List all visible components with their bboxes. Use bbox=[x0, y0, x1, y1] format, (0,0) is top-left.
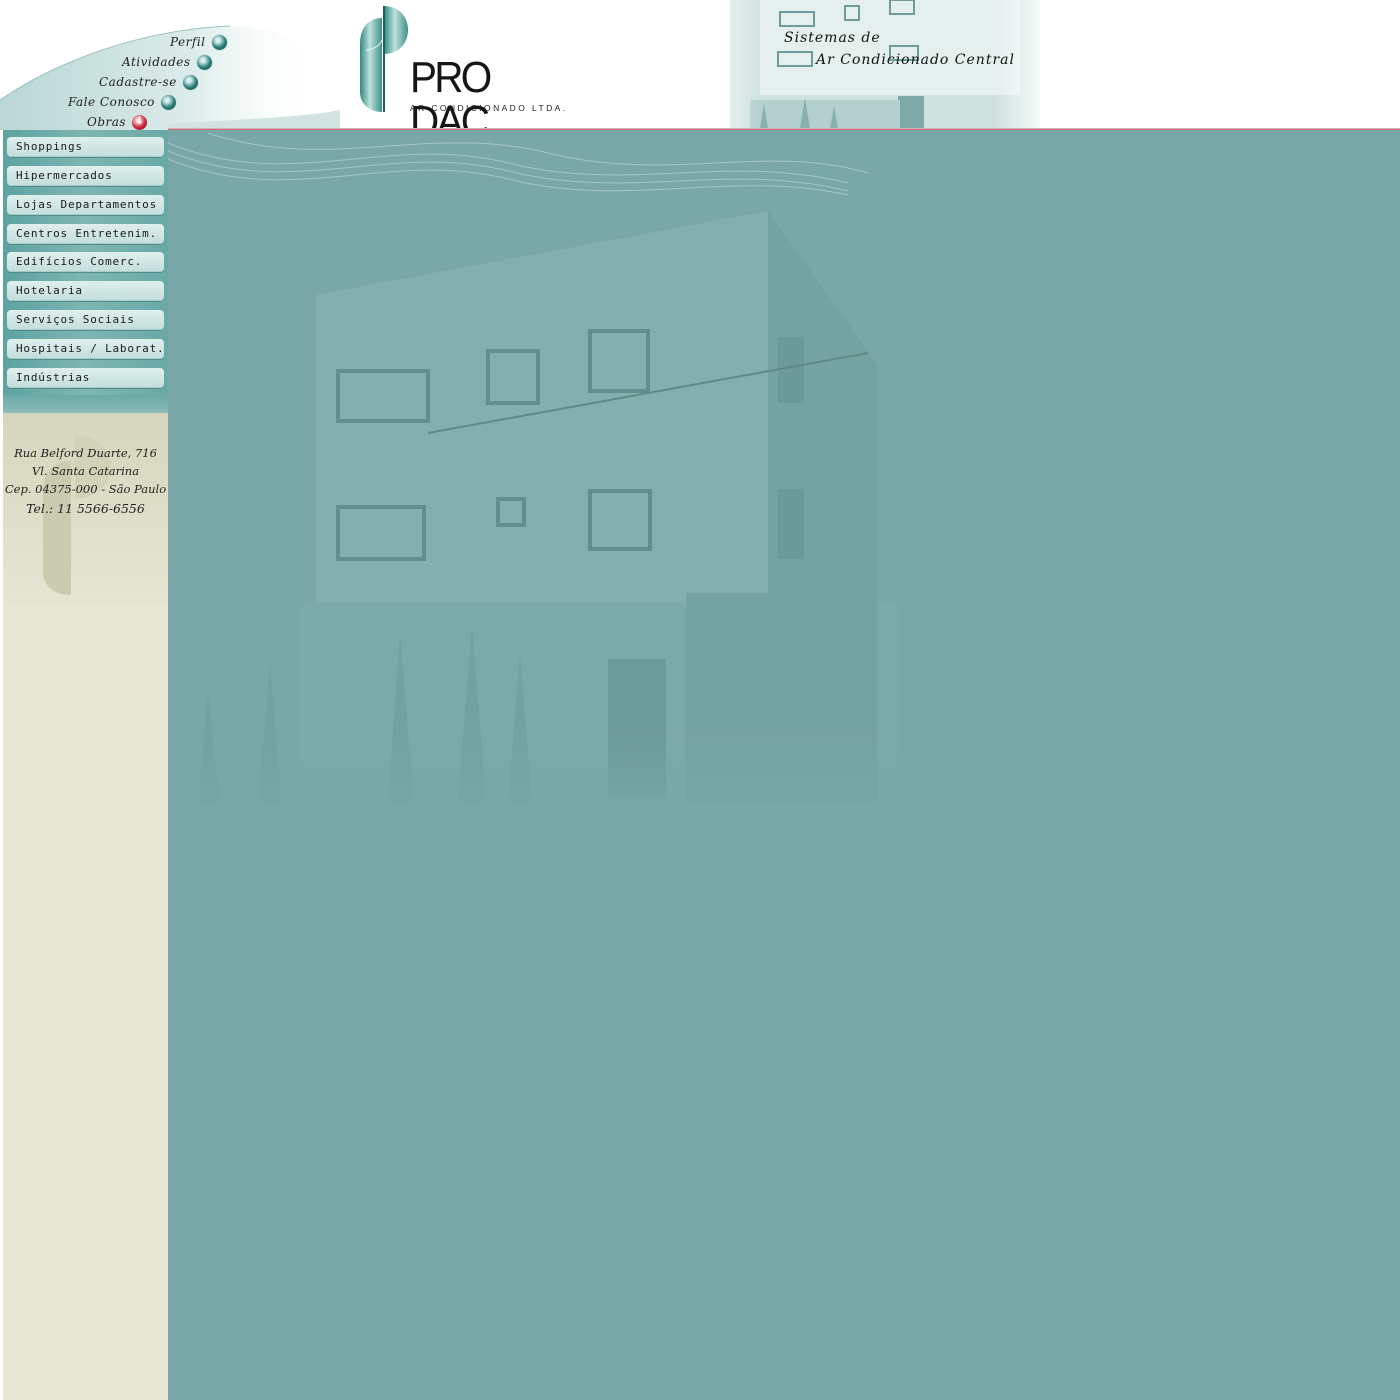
teal-orb-icon bbox=[182, 74, 198, 90]
nav-atividades[interactable]: Atividades bbox=[122, 53, 212, 71]
address-phone: Tel.: 11 5566-6556 bbox=[26, 501, 145, 516]
header-tagline-line2: Ar Condicionado Central bbox=[816, 52, 1015, 68]
site-header: Perfil Atividades Cadastre-se Fale Conos… bbox=[0, 0, 1400, 130]
header-divider bbox=[168, 128, 1400, 130]
nav-atividades-label: Atividades bbox=[122, 55, 191, 69]
sidebar-menu-footer bbox=[3, 395, 168, 413]
address-postal-city: Cep. 04375-000 - São Paulo bbox=[4, 482, 167, 496]
sidebar-item-hospitais-laboratorios[interactable]: Hospitais / Laborat. bbox=[7, 339, 164, 359]
sidebar-item-shoppings[interactable]: Shoppings bbox=[7, 137, 164, 157]
building-background-image bbox=[168, 133, 1400, 833]
nav-fale-conosco-label: Fale Conosco bbox=[68, 95, 155, 109]
sidebar-item-edificios-comerciais[interactable]: Edifícios Comerc. bbox=[7, 252, 164, 272]
sidebar-category-menu: Shoppings Hipermercados Lojas Departamen… bbox=[3, 130, 168, 413]
nav-cadastre-se-label: Cadastre-se bbox=[99, 75, 177, 89]
logo-wordmark: PRO DAC bbox=[410, 53, 492, 131]
address-district: Vl. Santa Catarina bbox=[31, 464, 140, 478]
sidebar-item-label: Hospitais / Laborat. bbox=[16, 342, 165, 355]
nav-fale-conosco[interactable]: Fale Conosco bbox=[68, 93, 176, 111]
sidebar: Shoppings Hipermercados Lojas Departamen… bbox=[0, 130, 168, 1400]
teal-orb-icon bbox=[196, 54, 212, 70]
nav-perfil-label: Perfil bbox=[170, 35, 206, 49]
teal-orb-icon bbox=[211, 34, 227, 50]
nav-obras-label: Obras bbox=[87, 115, 127, 129]
nav-perfil[interactable]: Perfil bbox=[170, 33, 227, 51]
sidebar-item-label: Hipermercados bbox=[16, 169, 113, 182]
sidebar-item-industrias[interactable]: Indústrias bbox=[7, 368, 164, 388]
nav-obras[interactable]: Obras bbox=[87, 113, 148, 130]
sidebar-item-hotelaria[interactable]: Hotelaria bbox=[7, 281, 164, 301]
teal-orb-icon bbox=[160, 94, 176, 110]
sidebar-item-label: Edifícios Comerc. bbox=[16, 255, 143, 268]
main-content bbox=[168, 133, 1400, 1400]
sidebar-item-label: Centros Entretenim. bbox=[16, 227, 158, 240]
sidebar-item-hipermercados[interactable]: Hipermercados bbox=[7, 166, 164, 186]
sidebar-item-centros-entretenimento[interactable]: Centros Entretenim. bbox=[7, 224, 164, 244]
prodac-logo[interactable]: PRO DAC AR CONDICIONADO LTDA. bbox=[358, 4, 570, 130]
sidebar-item-label: Shoppings bbox=[16, 140, 83, 153]
logo-subtitle: AR CONDICIONADO LTDA. bbox=[410, 103, 568, 113]
address-panel: Rua Belford Duarte, 716 Vl. Santa Catari… bbox=[3, 413, 168, 603]
sidebar-item-label: Indústrias bbox=[16, 371, 91, 384]
sidebar-item-label: Serviços Sociais bbox=[16, 313, 135, 326]
prodac-p-monogram-icon bbox=[360, 6, 408, 112]
header-tagline-line1: Sistemas de bbox=[784, 30, 881, 46]
sidebar-item-lojas-departamentos[interactable]: Lojas Departamentos bbox=[7, 195, 164, 215]
red-down-arrow-icon bbox=[132, 114, 148, 130]
address-street: Rua Belford Duarte, 716 bbox=[14, 446, 157, 460]
nav-cadastre-se[interactable]: Cadastre-se bbox=[99, 73, 198, 91]
sidebar-item-label: Hotelaria bbox=[16, 284, 83, 297]
sidebar-item-label: Lojas Departamentos bbox=[16, 198, 158, 211]
sidebar-item-servicos-sociais[interactable]: Serviços Sociais bbox=[7, 310, 164, 330]
